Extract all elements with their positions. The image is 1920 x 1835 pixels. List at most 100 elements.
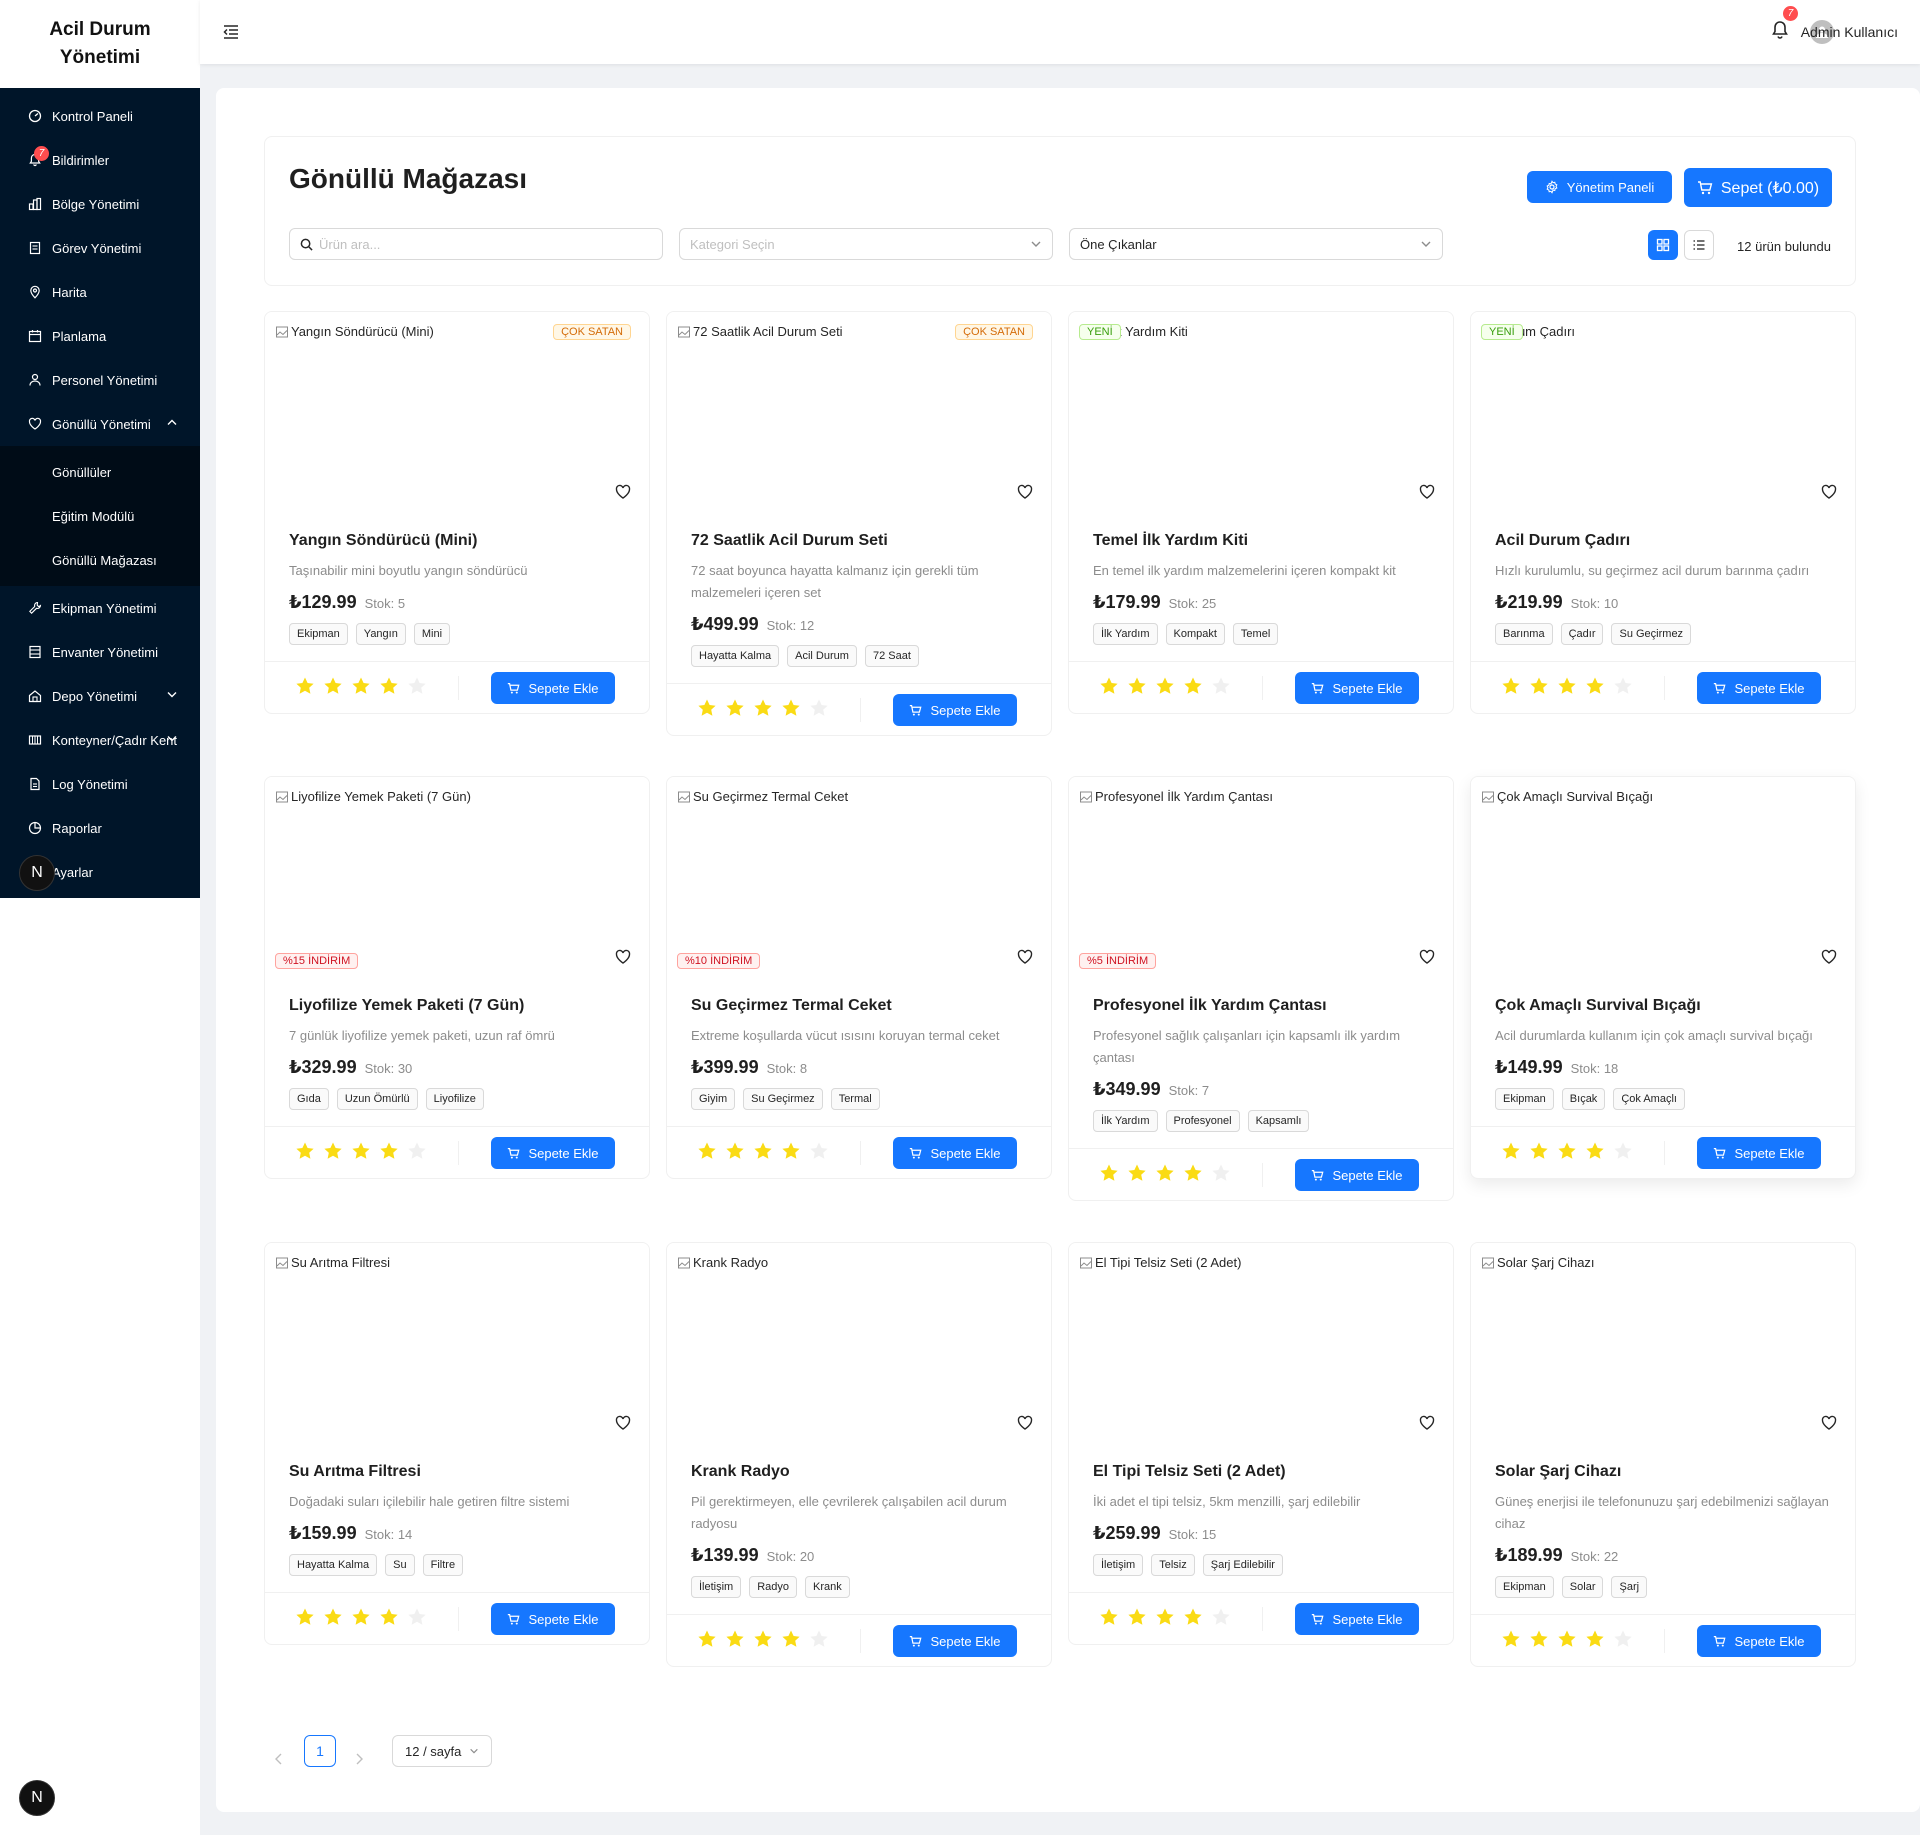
sidebar-item-harita[interactable]: Harita <box>0 270 200 314</box>
product-image[interactable]: Su Geçirmez Termal Ceket %10 İNDİRİM <box>667 777 1051 977</box>
star-icon[interactable] <box>725 698 745 718</box>
add-to-cart-button[interactable]: Sepete Ekle <box>1295 1159 1419 1191</box>
sort-select[interactable]: Öne Çıkanlar <box>1069 228 1443 260</box>
star-icon[interactable] <box>1211 1163 1231 1183</box>
product-card[interactable]: Yangın Söndürücü (Mini) ÇOK SATAN Yangın S… <box>264 311 650 714</box>
sidebar-item-kontrol-paneli[interactable]: Kontrol Paneli <box>0 94 200 138</box>
star-icon[interactable] <box>697 1629 717 1649</box>
sidebar-item-bölge-yönetimi[interactable]: Bölge Yönetimi <box>0 182 200 226</box>
add-to-cart-button[interactable]: Sepete Ekle <box>1295 1603 1419 1635</box>
star-icon[interactable] <box>323 676 343 696</box>
star-icon[interactable] <box>1183 1163 1203 1183</box>
star-icon[interactable] <box>1211 676 1231 696</box>
heart-icon[interactable] <box>1419 949 1435 965</box>
sidebar-item-envanter-yönetimi[interactable]: Envanter Yönetimi <box>0 630 200 674</box>
heart-icon[interactable] <box>1821 1415 1837 1431</box>
star-icon[interactable] <box>1585 1629 1605 1649</box>
product-card[interactable]: Krank Radyo Krank Radyo Pil gerektirmeyen,… <box>666 1242 1052 1667</box>
rating-stars[interactable] <box>697 698 829 718</box>
star-icon[interactable] <box>407 1141 427 1161</box>
star-icon[interactable] <box>1099 1163 1119 1183</box>
heart-icon[interactable] <box>615 484 631 500</box>
star-icon[interactable] <box>753 1141 773 1161</box>
sidebar-item-eğitim-modülü[interactable]: Eğitim Modülü <box>0 494 200 538</box>
star-icon[interactable] <box>1529 1629 1549 1649</box>
product-image[interactable]: Durum Çadırı YENİ <box>1471 312 1855 512</box>
star-icon[interactable] <box>1183 676 1203 696</box>
rating-stars[interactable] <box>295 676 427 696</box>
star-icon[interactable] <box>781 698 801 718</box>
star-icon[interactable] <box>295 1141 315 1161</box>
star-icon[interactable] <box>1613 676 1633 696</box>
rating-stars[interactable] <box>295 1607 427 1627</box>
star-icon[interactable] <box>1529 676 1549 696</box>
star-icon[interactable] <box>1613 1141 1633 1161</box>
star-icon[interactable] <box>697 1141 717 1161</box>
sidebar-item-bildirimler[interactable]: Bildirimler 7 <box>0 138 200 182</box>
star-icon[interactable] <box>781 1141 801 1161</box>
star-icon[interactable] <box>351 1141 371 1161</box>
product-card[interactable]: Çok Amaçlı Survival Bıçağı Çok Amaçlı Sur… <box>1470 776 1856 1179</box>
product-card[interactable]: Profesyonel İlk Yardım Çantası %5 İNDİRİM… <box>1068 776 1454 1201</box>
page-current[interactable]: 1 <box>304 1735 336 1767</box>
sidebar-item-depo-yönetimi[interactable]: Depo Yönetimi <box>0 674 200 718</box>
menu-fold-icon[interactable] <box>222 23 240 41</box>
star-icon[interactable] <box>1099 1607 1119 1627</box>
star-icon[interactable] <box>725 1629 745 1649</box>
heart-icon[interactable] <box>615 949 631 965</box>
star-icon[interactable] <box>1183 1607 1203 1627</box>
star-icon[interactable] <box>407 676 427 696</box>
sidebar-item-gönüllüler[interactable]: Gönüllüler <box>0 450 200 494</box>
product-card[interactable]: Su Geçirmez Termal Ceket %10 İNDİRİM Su Ge… <box>666 776 1052 1179</box>
add-to-cart-button[interactable]: Sepete Ekle <box>1697 672 1821 704</box>
category-select[interactable]: Kategori Seçin <box>679 228 1053 260</box>
add-to-cart-button[interactable]: Sepete Ekle <box>893 1137 1017 1169</box>
star-icon[interactable] <box>295 676 315 696</box>
star-icon[interactable] <box>379 676 399 696</box>
product-card[interactable]: 72 Saatlik Acil Durum Seti ÇOK SATAN 72 Sa… <box>666 311 1052 736</box>
star-icon[interactable] <box>781 1629 801 1649</box>
star-icon[interactable] <box>1211 1607 1231 1627</box>
product-card[interactable]: el İlk Yardım Kiti YENİ Temel İlk Yardım K… <box>1068 311 1454 714</box>
page-size-select[interactable]: 12 / sayfa <box>392 1735 493 1767</box>
sidebar-item-gönüllü-yönetimi[interactable]: Gönüllü Yönetimi <box>0 402 200 446</box>
rating-stars[interactable] <box>1099 1163 1231 1183</box>
product-card[interactable]: Solar Şarj Cihazı Solar Şarj Cihazı Güneş … <box>1470 1242 1856 1667</box>
sidebar-item-konteyner-çadır-kent[interactable]: Konteyner/Çadır Kent <box>0 718 200 762</box>
star-icon[interactable] <box>1501 676 1521 696</box>
search-input[interactable]: Ürün ara... <box>289 228 663 260</box>
star-icon[interactable] <box>351 676 371 696</box>
rating-stars[interactable] <box>1501 1141 1633 1161</box>
heart-icon[interactable] <box>1821 949 1837 965</box>
product-image[interactable]: Profesyonel İlk Yardım Çantası %5 İNDİRİM <box>1069 777 1453 977</box>
sidebar-item-ekipman-yönetimi[interactable]: Ekipman Yönetimi <box>0 586 200 630</box>
star-icon[interactable] <box>1585 1141 1605 1161</box>
sidebar-item-görev-yönetimi[interactable]: Görev Yönetimi <box>0 226 200 270</box>
product-image[interactable]: Solar Şarj Cihazı <box>1471 1243 1855 1443</box>
star-icon[interactable] <box>323 1141 343 1161</box>
star-icon[interactable] <box>1155 676 1175 696</box>
star-icon[interactable] <box>1557 1141 1577 1161</box>
star-icon[interactable] <box>351 1607 371 1627</box>
bell-icon[interactable] <box>1770 20 1790 40</box>
product-card[interactable]: Su Arıtma Filtresi Su Arıtma Filtresi Doğa… <box>264 1242 650 1645</box>
product-image[interactable]: el İlk Yardım Kiti YENİ <box>1069 312 1453 512</box>
admin-panel-button[interactable]: Yönetim Paneli <box>1527 171 1672 203</box>
rating-stars[interactable] <box>697 1141 829 1161</box>
rating-stars[interactable] <box>295 1141 427 1161</box>
heart-icon[interactable] <box>1017 949 1033 965</box>
prev-page-icon[interactable] <box>272 1752 286 1766</box>
add-to-cart-button[interactable]: Sepete Ekle <box>893 694 1017 726</box>
product-image[interactable]: El Tipi Telsiz Seti (2 Adet) <box>1069 1243 1453 1443</box>
rating-stars[interactable] <box>1099 676 1231 696</box>
star-icon[interactable] <box>725 1141 745 1161</box>
add-to-cart-button[interactable]: Sepete Ekle <box>1697 1625 1821 1657</box>
user-name[interactable]: Admin Kullanıcı <box>1801 24 1898 40</box>
star-icon[interactable] <box>753 1629 773 1649</box>
star-icon[interactable] <box>1127 676 1147 696</box>
star-icon[interactable] <box>1099 676 1119 696</box>
product-card[interactable]: Durum Çadırı YENİ Acil Durum Çadırı Hızlı k… <box>1470 311 1856 714</box>
star-icon[interactable] <box>809 1141 829 1161</box>
heart-icon[interactable] <box>1017 1415 1033 1431</box>
star-icon[interactable] <box>379 1607 399 1627</box>
